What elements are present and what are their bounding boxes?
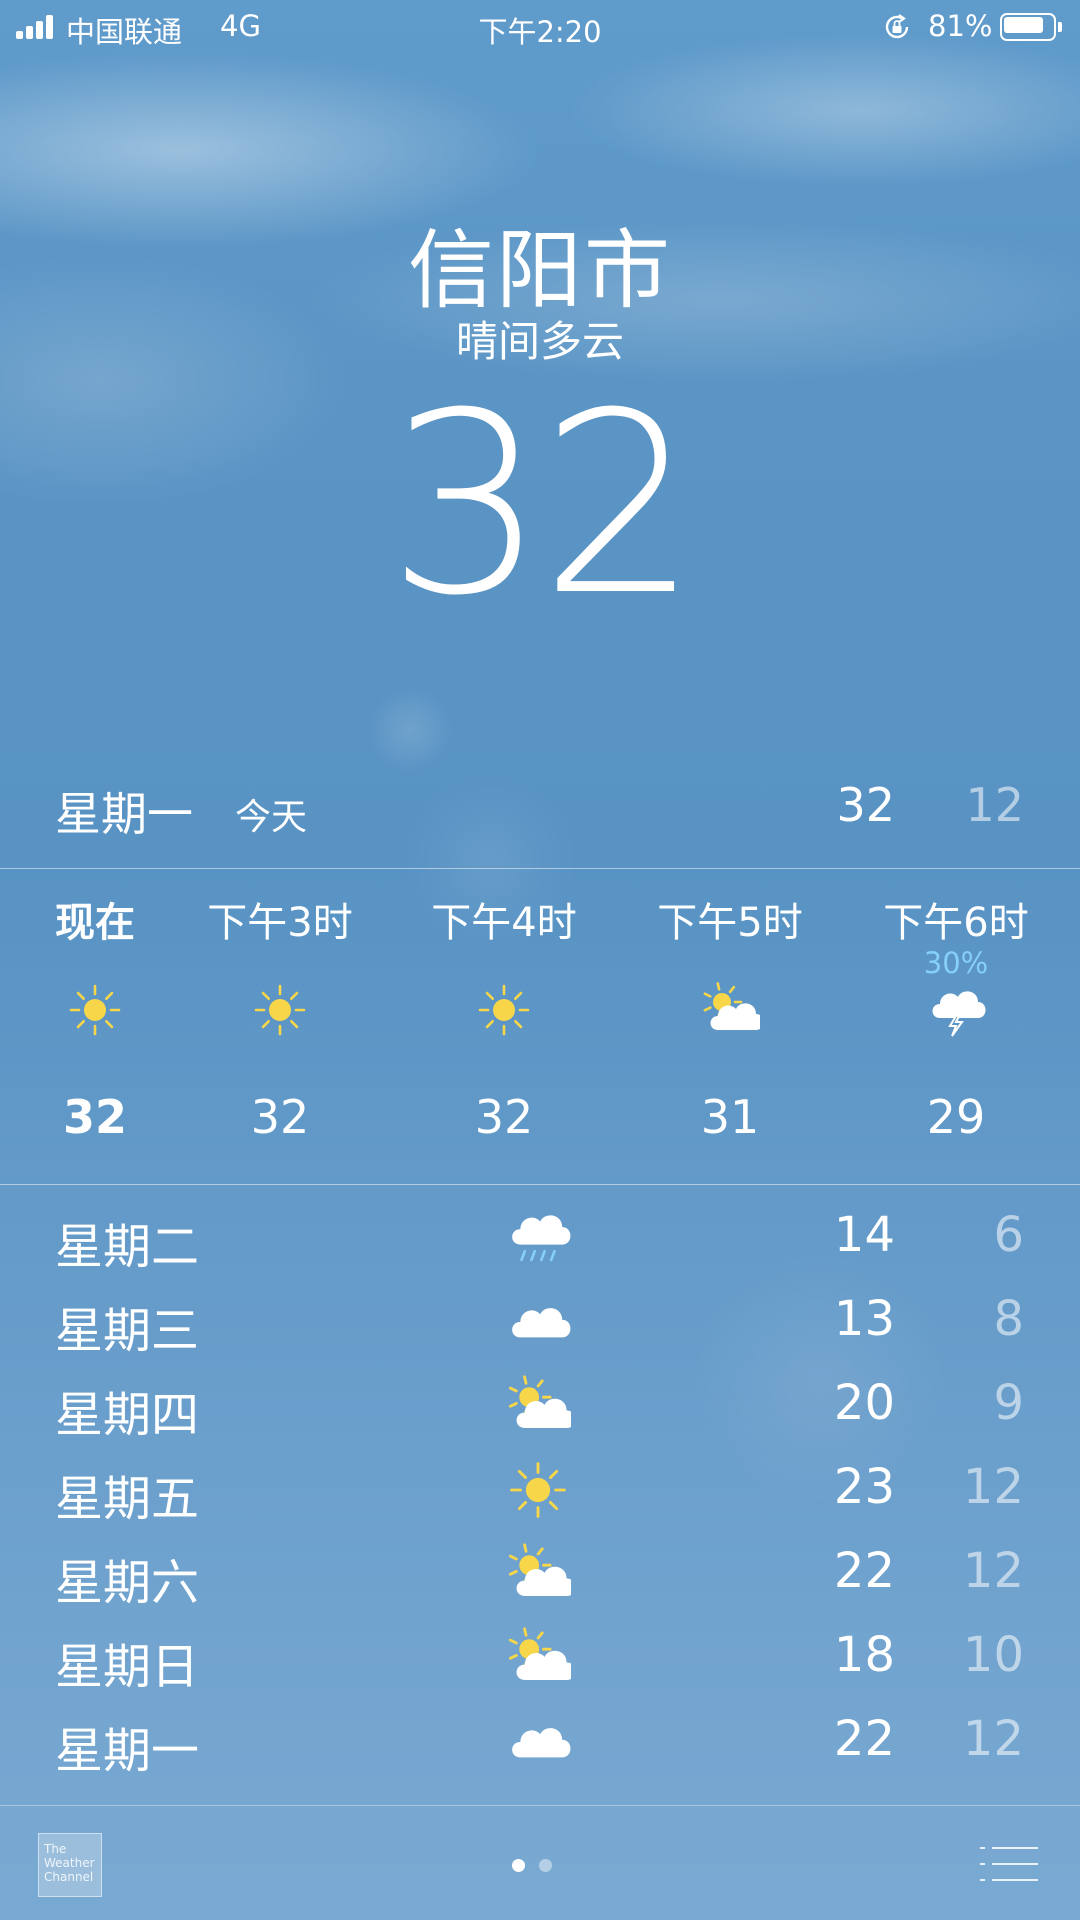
daily-forecast-list[interactable]: 星期二 14 6 星期三 13 8 星期四 20 9 星期五 23 12 星期六… [0, 1195, 1080, 1805]
today-day-name: 星期一 [55, 787, 193, 841]
hour-temp: 31 [700, 1090, 760, 1144]
today-low-temp: 12 [965, 778, 1024, 832]
day-low-temp: 6 [993, 1207, 1024, 1263]
hour-temp: 32 [62, 1090, 127, 1144]
page-indicator[interactable] [512, 1859, 572, 1873]
daily-row: 星期四 20 9 [0, 1363, 1080, 1447]
logo-line: Channel [44, 1870, 94, 1884]
day-low-temp: 12 [962, 1711, 1024, 1767]
divider-top [0, 868, 1080, 869]
current-temperature: 32 [386, 359, 699, 650]
today-label: 今天 [235, 797, 308, 838]
sun-icon [474, 980, 534, 1040]
hour-temp: 32 [474, 1090, 534, 1144]
day-low-temp: 8 [993, 1291, 1024, 1347]
hourly-item: 现在 32 [5, 870, 185, 1170]
day-name: 星期二 [55, 1219, 200, 1275]
list-icon[interactable] [980, 1843, 1040, 1887]
day-name: 星期一 [55, 1723, 200, 1779]
day-low-temp: 9 [993, 1375, 1024, 1431]
weather-channel-logo-icon[interactable]: The Weather Channel [38, 1833, 102, 1897]
hourly-item: 下午3时 32 [190, 870, 370, 1170]
daily-row: 星期六 22 12 [0, 1531, 1080, 1615]
rain-icon [505, 1205, 571, 1271]
hourly-item: 下午4时 32 [414, 870, 594, 1170]
day-high-temp: 22 [833, 1711, 895, 1767]
sun-icon [65, 980, 125, 1040]
today-high-temp: 32 [836, 778, 895, 832]
battery-icon [1000, 13, 1062, 41]
status-time: 下午2:20 [478, 15, 602, 49]
partly-cloudy-icon [505, 1625, 575, 1691]
bottom-toolbar: The Weather Channel [0, 1805, 1080, 1920]
day-name: 星期五 [55, 1471, 200, 1527]
logo-line: Weather [44, 1856, 95, 1870]
hourly-item: 下午6时 30% 29 [866, 870, 1046, 1170]
hour-label: 下午4时 [431, 900, 577, 946]
cloud-icon [505, 1709, 571, 1775]
day-low-temp: 10 [962, 1627, 1024, 1683]
day-high-temp: 18 [833, 1627, 895, 1683]
today-summary-row: 星期一 今天 32 12 [0, 768, 1080, 842]
divider-bottom [0, 1184, 1080, 1185]
battery-percentage: 81% [928, 9, 993, 43]
day-high-temp: 14 [833, 1207, 895, 1263]
cloud-icon [505, 1289, 571, 1355]
day-name: 星期日 [55, 1639, 200, 1695]
logo-line: The [44, 1842, 67, 1856]
day-high-temp: 20 [833, 1375, 895, 1431]
hour-precip-chance: 30% [923, 946, 989, 980]
hour-label: 下午5时 [657, 900, 803, 946]
daily-row: 星期五 23 12 [0, 1447, 1080, 1531]
partly-cloudy-icon [505, 1541, 575, 1607]
city-name: 信阳市 [408, 221, 672, 321]
hourly-forecast[interactable]: 现在 32 下午3时 32 下午4时 32 下午5时 31 下午6时 30% 2… [0, 870, 1080, 1170]
partly-cloudy-icon [700, 980, 764, 1040]
hour-temp: 29 [926, 1090, 986, 1144]
hour-label: 下午3时 [207, 900, 353, 946]
page-dot[interactable] [539, 1859, 552, 1872]
day-low-temp: 12 [962, 1543, 1024, 1599]
day-high-temp: 23 [833, 1459, 895, 1515]
status-bar: 中国联通 4G 下午2:20 81% [0, 0, 1080, 54]
hour-label: 现在 [55, 900, 135, 946]
rotation-lock-icon [885, 14, 909, 39]
battery-level-fill [1004, 17, 1043, 33]
day-low-temp: 12 [962, 1459, 1024, 1515]
thunderstorm-icon [926, 980, 986, 1040]
daily-row: 星期一 22 12 [0, 1699, 1080, 1783]
page-dot-active[interactable] [512, 1859, 525, 1872]
day-name: 星期六 [55, 1555, 200, 1611]
hourly-item: 下午5时 31 [640, 870, 820, 1170]
day-high-temp: 22 [833, 1543, 895, 1599]
daily-row: 星期三 13 8 [0, 1279, 1080, 1363]
daily-row: 星期日 18 10 [0, 1615, 1080, 1699]
day-high-temp: 13 [833, 1291, 895, 1347]
daily-row: 星期二 14 6 [0, 1195, 1080, 1279]
sun-icon [250, 980, 310, 1040]
partly-cloudy-icon [505, 1373, 575, 1439]
hour-label: 下午6时 [883, 900, 1029, 946]
hour-temp: 32 [250, 1090, 310, 1144]
day-name: 星期四 [55, 1387, 200, 1443]
sun-icon [505, 1457, 571, 1523]
day-name: 星期三 [55, 1303, 200, 1359]
